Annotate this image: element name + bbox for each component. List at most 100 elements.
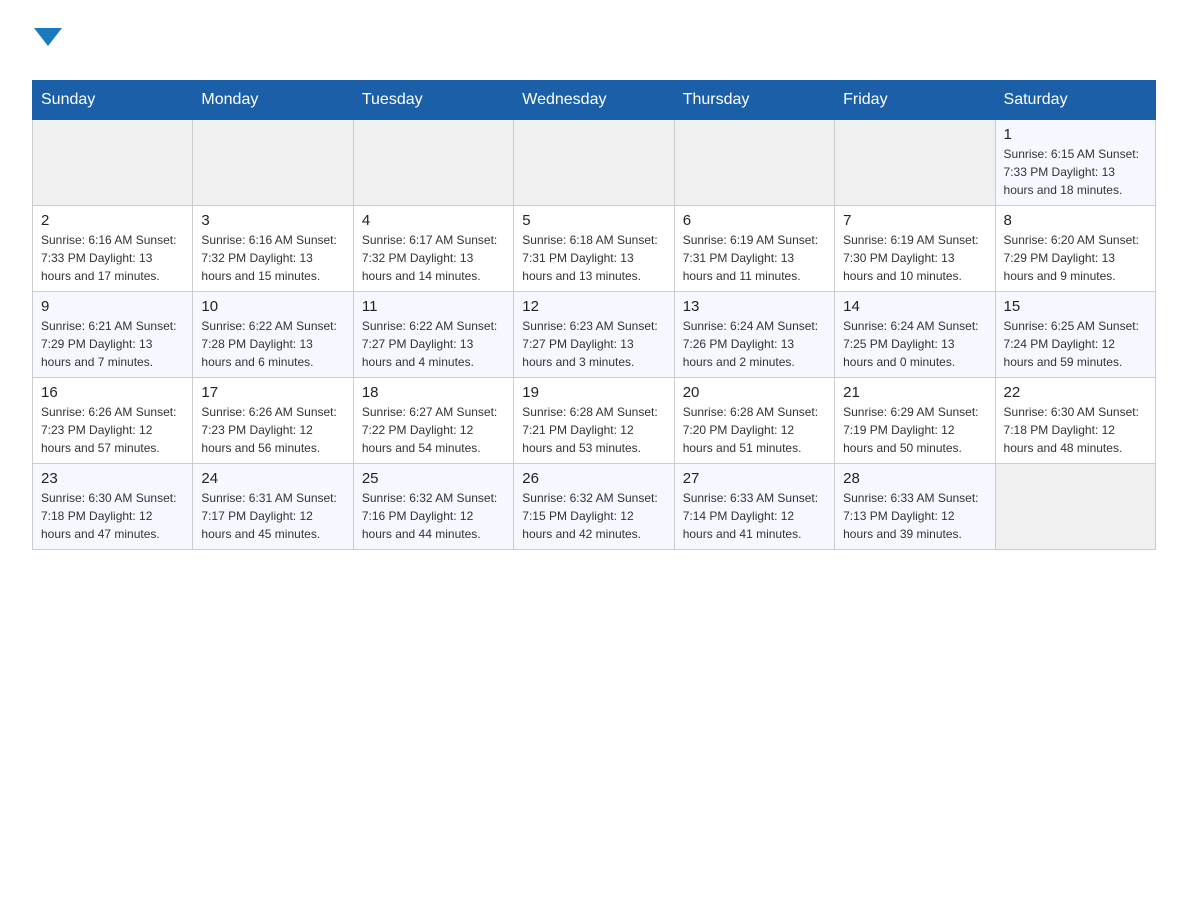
day-info: Sunrise: 6:28 AM Sunset: 7:20 PM Dayligh… bbox=[683, 403, 826, 457]
day-info: Sunrise: 6:17 AM Sunset: 7:32 PM Dayligh… bbox=[362, 231, 505, 285]
day-info: Sunrise: 6:21 AM Sunset: 7:29 PM Dayligh… bbox=[41, 317, 184, 371]
day-number: 22 bbox=[1004, 384, 1147, 401]
day-number: 19 bbox=[522, 384, 665, 401]
calendar-cell: 12 Sunrise: 6:23 AM Sunset: 7:27 PM Dayli… bbox=[514, 292, 674, 378]
calendar-cell: 1 Sunrise: 6:15 AM Sunset: 7:33 PM Daylig… bbox=[995, 120, 1155, 206]
calendar-cell: 23 Sunrise: 6:30 AM Sunset: 7:18 PM Dayli… bbox=[33, 464, 193, 550]
calendar-week-row: 9 Sunrise: 6:21 AM Sunset: 7:29 PM Daylig… bbox=[33, 292, 1156, 378]
calendar-week-row: 16Sunrise: 6:26 AM Sunset: 7:23 PM Dayli… bbox=[33, 378, 1156, 464]
day-info: Sunrise: 6:29 AM Sunset: 7:19 PM Dayligh… bbox=[843, 403, 986, 457]
calendar-cell: 11 Sunrise: 6:22 AM Sunset: 7:27 PM Dayli… bbox=[353, 292, 513, 378]
day-info: Sunrise: 6:19 AM Sunset: 7:30 PM Dayligh… bbox=[843, 231, 986, 285]
calendar-cell: 19 Sunrise: 6:28 AM Sunset: 7:21 PM Dayli… bbox=[514, 378, 674, 464]
day-number: 12 bbox=[522, 298, 665, 315]
day-number: 21 bbox=[843, 384, 986, 401]
day-number: 20 bbox=[683, 384, 826, 401]
day-number: 5 bbox=[522, 212, 665, 229]
calendar-header-row: SundayMondayTuesdayWednesdayThursdayFrid… bbox=[33, 81, 1156, 120]
day-info: Sunrise: 6:18 AM Sunset: 7:31 PM Dayligh… bbox=[522, 231, 665, 285]
calendar-week-row: 2 Sunrise: 6:16 AM Sunset: 7:33 PM Daylig… bbox=[33, 206, 1156, 292]
calendar-cell bbox=[995, 464, 1155, 550]
calendar-cell: 18 Sunrise: 6:27 AM Sunset: 7:22 PM Dayli… bbox=[353, 378, 513, 464]
calendar-cell: 22 Sunrise: 6:30 AM Sunset: 7:18 PM Dayli… bbox=[995, 378, 1155, 464]
day-info: Sunrise: 6:22 AM Sunset: 7:27 PM Dayligh… bbox=[362, 317, 505, 371]
calendar-cell: 17Sunrise: 6:26 AM Sunset: 7:23 PM Dayli… bbox=[193, 378, 353, 464]
calendar-cell: 25Sunrise: 6:32 AM Sunset: 7:16 PM Dayli… bbox=[353, 464, 513, 550]
calendar-week-row: 23 Sunrise: 6:30 AM Sunset: 7:18 PM Dayli… bbox=[33, 464, 1156, 550]
calendar-cell bbox=[33, 120, 193, 206]
day-number: 2 bbox=[41, 212, 184, 229]
day-number: 23 bbox=[41, 470, 184, 487]
day-number: 26 bbox=[522, 470, 665, 487]
calendar-cell: 20 Sunrise: 6:28 AM Sunset: 7:20 PM Dayli… bbox=[674, 378, 834, 464]
day-number: 6 bbox=[683, 212, 826, 229]
day-info: Sunrise: 6:15 AM Sunset: 7:33 PM Dayligh… bbox=[1004, 145, 1147, 199]
day-number: 24 bbox=[201, 470, 344, 487]
column-header-saturday: Saturday bbox=[995, 81, 1155, 120]
calendar-week-row: 1 Sunrise: 6:15 AM Sunset: 7:33 PM Daylig… bbox=[33, 120, 1156, 206]
day-number: 18 bbox=[362, 384, 505, 401]
day-info: Sunrise: 6:24 AM Sunset: 7:25 PM Dayligh… bbox=[843, 317, 986, 371]
calendar-cell: 8 Sunrise: 6:20 AM Sunset: 7:29 PM Daylig… bbox=[995, 206, 1155, 292]
calendar-cell bbox=[353, 120, 513, 206]
day-info: Sunrise: 6:33 AM Sunset: 7:13 PM Dayligh… bbox=[843, 489, 986, 543]
day-number: 27 bbox=[683, 470, 826, 487]
day-number: 7 bbox=[843, 212, 986, 229]
calendar-cell: 16Sunrise: 6:26 AM Sunset: 7:23 PM Dayli… bbox=[33, 378, 193, 464]
column-header-tuesday: Tuesday bbox=[353, 81, 513, 120]
day-number: 4 bbox=[362, 212, 505, 229]
day-number: 10 bbox=[201, 298, 344, 315]
day-info: Sunrise: 6:16 AM Sunset: 7:33 PM Dayligh… bbox=[41, 231, 184, 285]
day-info: Sunrise: 6:32 AM Sunset: 7:16 PM Dayligh… bbox=[362, 489, 505, 543]
day-info: Sunrise: 6:27 AM Sunset: 7:22 PM Dayligh… bbox=[362, 403, 505, 457]
calendar-cell: 6 Sunrise: 6:19 AM Sunset: 7:31 PM Daylig… bbox=[674, 206, 834, 292]
calendar-cell: 2 Sunrise: 6:16 AM Sunset: 7:33 PM Daylig… bbox=[33, 206, 193, 292]
calendar-cell: 10 Sunrise: 6:22 AM Sunset: 7:28 PM Dayli… bbox=[193, 292, 353, 378]
calendar-cell: 5 Sunrise: 6:18 AM Sunset: 7:31 PM Daylig… bbox=[514, 206, 674, 292]
calendar-cell: 4 Sunrise: 6:17 AM Sunset: 7:32 PM Daylig… bbox=[353, 206, 513, 292]
day-number: 8 bbox=[1004, 212, 1147, 229]
page-header bbox=[32, 24, 1156, 70]
calendar-cell: 26 Sunrise: 6:32 AM Sunset: 7:15 PM Dayli… bbox=[514, 464, 674, 550]
logo bbox=[32, 24, 62, 70]
day-info: Sunrise: 6:22 AM Sunset: 7:28 PM Dayligh… bbox=[201, 317, 344, 371]
day-info: Sunrise: 6:30 AM Sunset: 7:18 PM Dayligh… bbox=[1004, 403, 1147, 457]
day-info: Sunrise: 6:26 AM Sunset: 7:23 PM Dayligh… bbox=[41, 403, 184, 457]
day-number: 11 bbox=[362, 298, 505, 315]
day-number: 1 bbox=[1004, 126, 1147, 143]
column-header-sunday: Sunday bbox=[33, 81, 193, 120]
day-info: Sunrise: 6:31 AM Sunset: 7:17 PM Dayligh… bbox=[201, 489, 344, 543]
day-number: 17 bbox=[201, 384, 344, 401]
calendar-cell: 9 Sunrise: 6:21 AM Sunset: 7:29 PM Daylig… bbox=[33, 292, 193, 378]
column-header-wednesday: Wednesday bbox=[514, 81, 674, 120]
calendar-cell: 24 Sunrise: 6:31 AM Sunset: 7:17 PM Dayli… bbox=[193, 464, 353, 550]
day-number: 3 bbox=[201, 212, 344, 229]
day-info: Sunrise: 6:20 AM Sunset: 7:29 PM Dayligh… bbox=[1004, 231, 1147, 285]
calendar-cell bbox=[674, 120, 834, 206]
day-info: Sunrise: 6:24 AM Sunset: 7:26 PM Dayligh… bbox=[683, 317, 826, 371]
calendar-cell: 27 Sunrise: 6:33 AM Sunset: 7:14 PM Dayli… bbox=[674, 464, 834, 550]
day-number: 9 bbox=[41, 298, 184, 315]
day-number: 13 bbox=[683, 298, 826, 315]
column-header-thursday: Thursday bbox=[674, 81, 834, 120]
day-info: Sunrise: 6:19 AM Sunset: 7:31 PM Dayligh… bbox=[683, 231, 826, 285]
day-number: 15 bbox=[1004, 298, 1147, 315]
day-info: Sunrise: 6:28 AM Sunset: 7:21 PM Dayligh… bbox=[522, 403, 665, 457]
day-info: Sunrise: 6:30 AM Sunset: 7:18 PM Dayligh… bbox=[41, 489, 184, 543]
calendar-cell: 21 Sunrise: 6:29 AM Sunset: 7:19 PM Dayli… bbox=[835, 378, 995, 464]
calendar-table: SundayMondayTuesdayWednesdayThursdayFrid… bbox=[32, 80, 1156, 550]
day-info: Sunrise: 6:33 AM Sunset: 7:14 PM Dayligh… bbox=[683, 489, 826, 543]
logo-arrow-icon bbox=[34, 28, 62, 46]
calendar-cell: 13 Sunrise: 6:24 AM Sunset: 7:26 PM Dayli… bbox=[674, 292, 834, 378]
calendar-cell bbox=[514, 120, 674, 206]
day-info: Sunrise: 6:32 AM Sunset: 7:15 PM Dayligh… bbox=[522, 489, 665, 543]
day-info: Sunrise: 6:16 AM Sunset: 7:32 PM Dayligh… bbox=[201, 231, 344, 285]
column-header-friday: Friday bbox=[835, 81, 995, 120]
column-header-monday: Monday bbox=[193, 81, 353, 120]
day-info: Sunrise: 6:25 AM Sunset: 7:24 PM Dayligh… bbox=[1004, 317, 1147, 371]
calendar-cell bbox=[835, 120, 995, 206]
day-number: 28 bbox=[843, 470, 986, 487]
calendar-cell bbox=[193, 120, 353, 206]
calendar-cell: 3 Sunrise: 6:16 AM Sunset: 7:32 PM Daylig… bbox=[193, 206, 353, 292]
day-info: Sunrise: 6:23 AM Sunset: 7:27 PM Dayligh… bbox=[522, 317, 665, 371]
